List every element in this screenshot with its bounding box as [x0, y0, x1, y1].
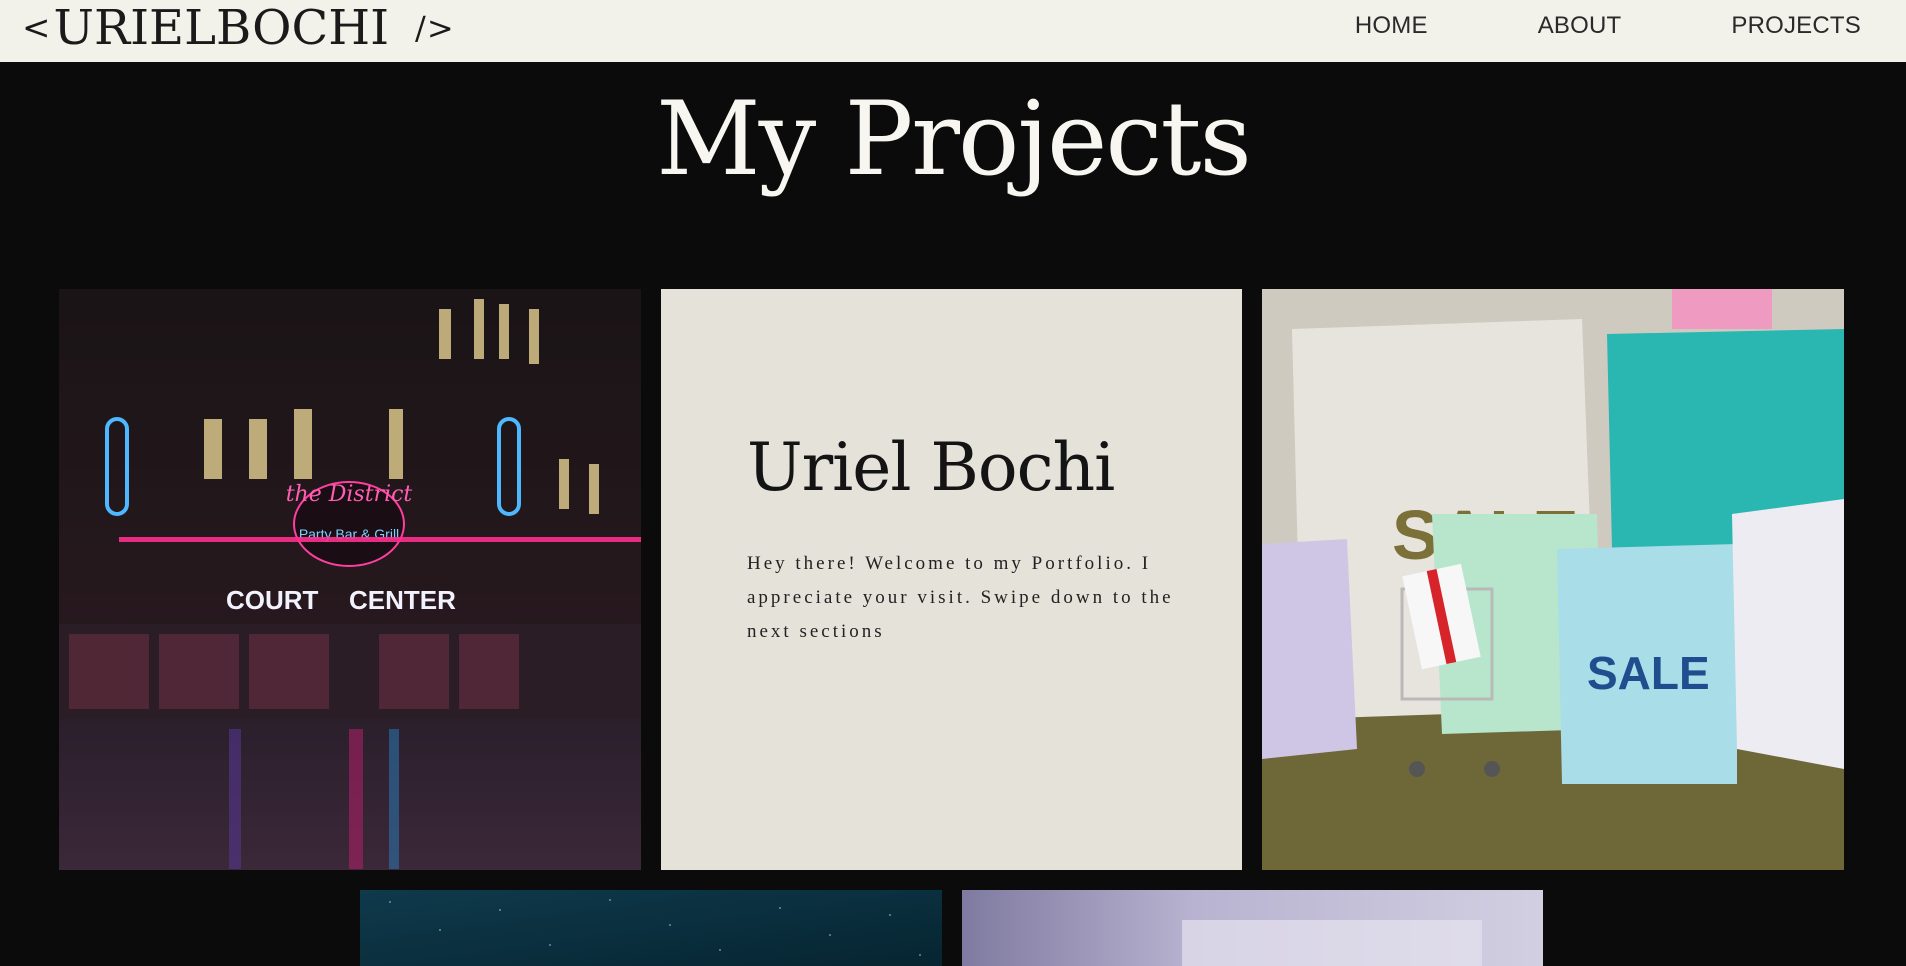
shopping-bags-photo: SALE SALE [1262, 289, 1844, 870]
main-nav: HOME ABOUT PROJECTS [1355, 12, 1861, 40]
logo-close-tag: /> [415, 9, 455, 47]
sign-district: the District [286, 482, 413, 507]
project-image-shopping-bags[interactable]: SALE SALE [1262, 289, 1844, 870]
site-header: < URIELBOCHI /> HOME ABOUT PROJECTS [0, 0, 1906, 62]
sign-court: COURT [226, 585, 319, 615]
project-image-starry-sky[interactable] [360, 890, 942, 966]
logo-open-bracket: < [22, 8, 52, 48]
intro-card: Uriel Bochi Hey there! Welcome to my Por… [661, 289, 1242, 870]
site-logo[interactable]: < URIELBOCHI /> [22, 0, 455, 56]
night-street-photo: the District Party Bar & Grill COURT CEN… [59, 289, 641, 870]
nav-about[interactable]: ABOUT [1538, 12, 1622, 40]
sign-center: CENTER [349, 585, 456, 615]
project-image-blurred-screen[interactable] [962, 890, 1543, 966]
intro-name: Uriel Bochi [747, 429, 1115, 506]
project-image-night-street[interactable]: the District Party Bar & Grill COURT CEN… [59, 289, 641, 870]
nav-projects[interactable]: PROJECTS [1731, 12, 1861, 40]
intro-text: Hey there! Welcome to my Portfolio. I ap… [747, 553, 1174, 642]
starry-sky-photo [360, 890, 942, 966]
page-title: My Projects [656, 80, 1252, 199]
front-bag-sale-label: SALE [1587, 647, 1710, 699]
logo-name: URIELBOCHI [53, 0, 390, 56]
nav-home[interactable]: HOME [1355, 12, 1428, 40]
blurred-screen-photo [962, 890, 1543, 966]
